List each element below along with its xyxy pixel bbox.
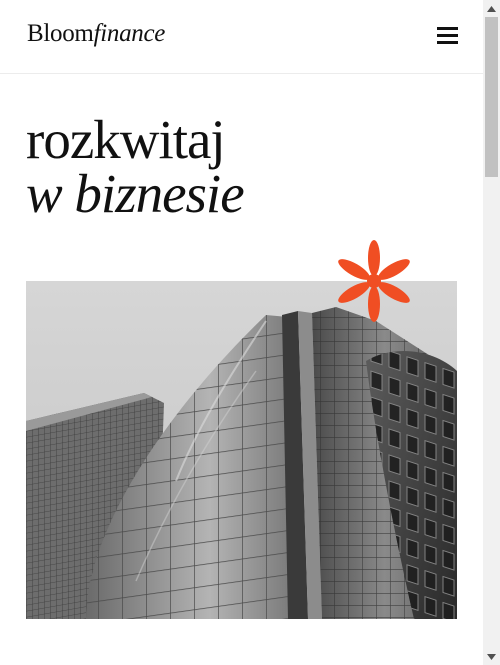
- menu-bar: [437, 27, 458, 30]
- hero-title-line2: w biznesie: [26, 163, 245, 224]
- hero-title-line1: rozkwitaj: [26, 109, 226, 170]
- scroll-down-arrow-icon[interactable]: [483, 648, 500, 665]
- menu-bar: [437, 41, 458, 44]
- site-header: Bloom finance: [0, 0, 483, 74]
- logo-italic-word: finance: [93, 20, 166, 47]
- menu-bar: [437, 34, 458, 37]
- logo-word: Bloom: [27, 20, 94, 47]
- skyscraper-photo: [26, 281, 457, 619]
- asterisk-icon: [336, 238, 412, 324]
- brand-logo[interactable]: Bloom finance: [27, 20, 165, 52]
- hero-title: rozkwitaj w biznesie: [26, 109, 245, 224]
- vertical-scrollbar[interactable]: [483, 0, 500, 665]
- page: Bloom finance rozkwitaj w biznesie: [0, 0, 483, 665]
- hamburger-menu-icon[interactable]: [433, 24, 461, 48]
- scrollbar-thumb[interactable]: [485, 17, 498, 177]
- viewport: Bloom finance rozkwitaj w biznesie: [0, 0, 500, 665]
- scroll-up-arrow-icon[interactable]: [483, 0, 500, 17]
